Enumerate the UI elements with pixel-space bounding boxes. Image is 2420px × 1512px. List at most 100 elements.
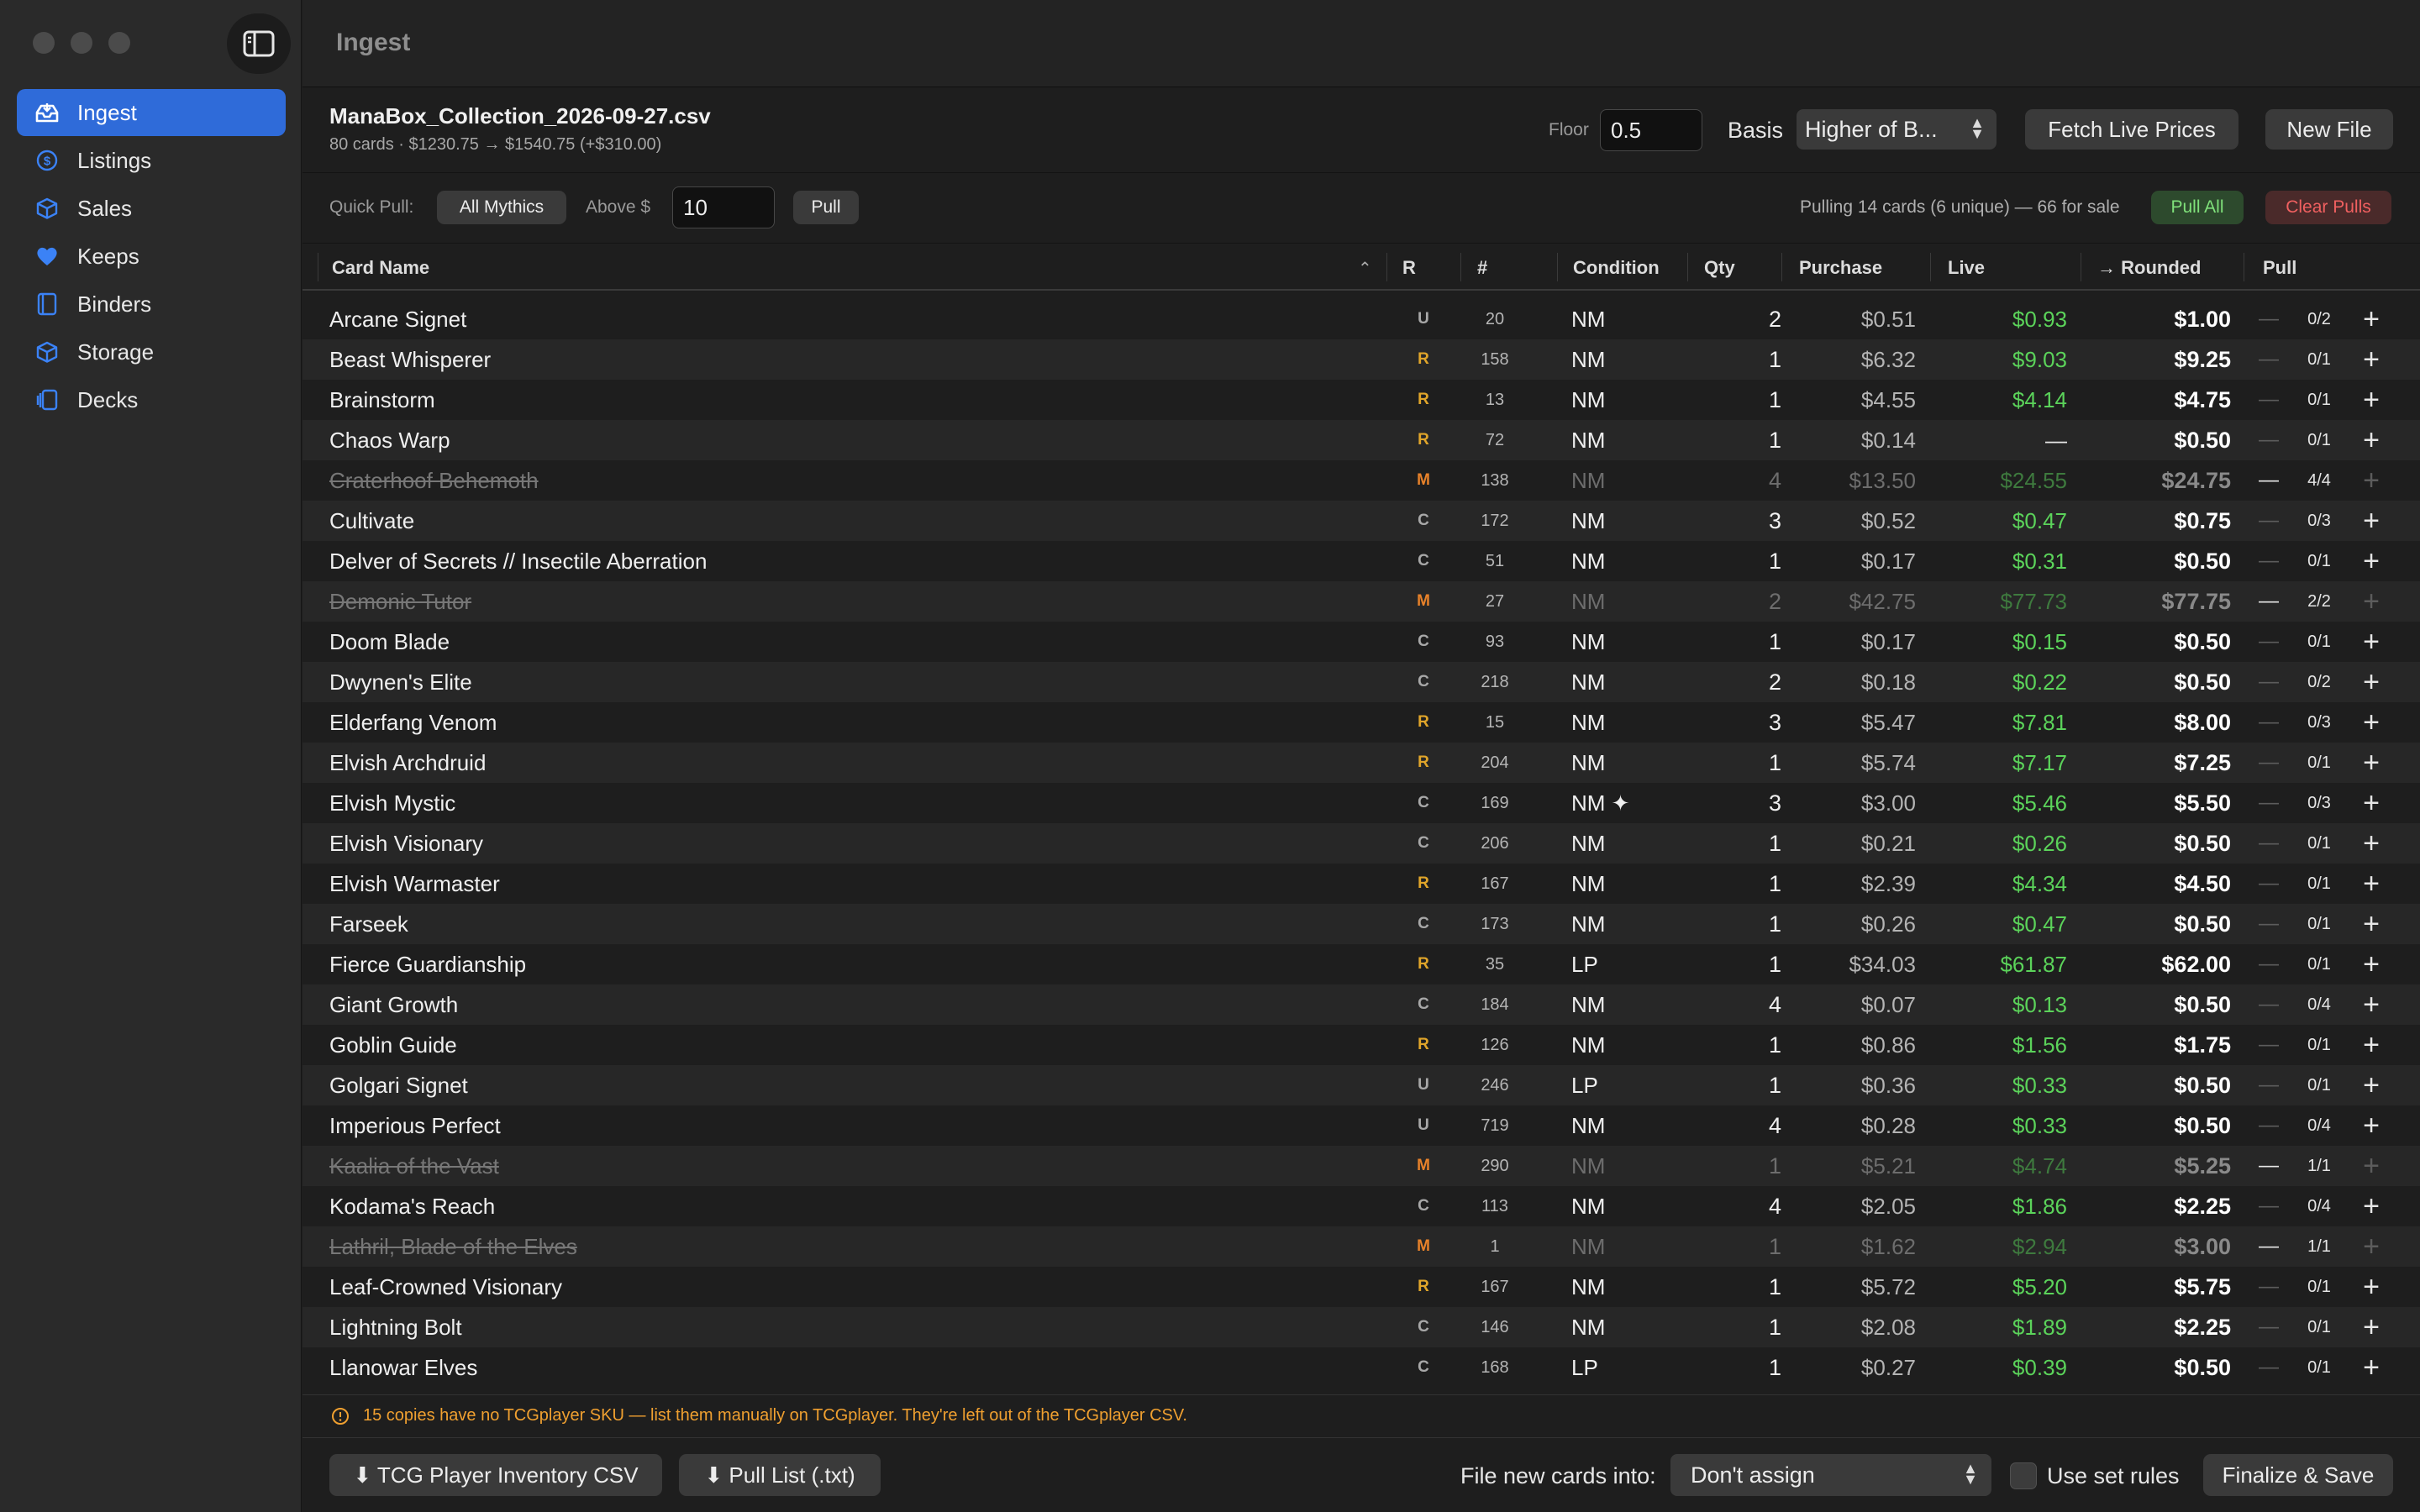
floor-input[interactable]: 0.5 xyxy=(1600,109,1702,151)
condition-cell[interactable]: LP xyxy=(1571,944,1598,984)
table-row[interactable]: Craterhoof Behemoth M 138 NM 4 $13.50 $24.55 $2… xyxy=(302,460,2420,501)
table-row[interactable]: Imperious Perfect U 719 NM 4 $0.28 $0.33 $0.50 —… xyxy=(302,1105,2420,1146)
condition-cell[interactable]: NM xyxy=(1571,1267,1605,1307)
decrement-pull-button[interactable]: — xyxy=(2256,783,2281,823)
decrement-pull-button[interactable]: — xyxy=(2256,581,2281,622)
header-number[interactable]: # xyxy=(1477,257,1487,279)
increment-pull-button[interactable]: + xyxy=(2353,1307,2390,1347)
pull-list-button[interactable]: ⬇ Pull List (.txt) xyxy=(679,1454,881,1496)
table-row[interactable]: Kaalia of the Vast M 290 NM 1 $5.21 $4.74 $5.25… xyxy=(302,1146,2420,1186)
table-row[interactable]: Elvish Warmaster R 167 NM 1 $2.39 $4.34 $4.50 — 0… xyxy=(302,864,2420,904)
increment-pull-button[interactable]: + xyxy=(2353,1025,2390,1065)
decrement-pull-button[interactable]: — xyxy=(2256,339,2281,380)
increment-pull-button[interactable]: + xyxy=(2353,501,2390,541)
decrement-pull-button[interactable]: — xyxy=(2256,1105,2281,1146)
fetch-live-prices-button[interactable]: Fetch Live Prices xyxy=(2025,109,2238,150)
decrement-pull-button[interactable]: — xyxy=(2256,541,2281,581)
decrement-pull-button[interactable]: — xyxy=(2256,984,2281,1025)
sidebar-item-sales[interactable]: Sales xyxy=(17,185,286,232)
sidebar-item-keeps[interactable]: Keeps xyxy=(17,233,286,280)
table-row[interactable]: Arcane Signet U 20 NM 2 $0.51 $0.93 $1.00 — 0/2 + xyxy=(302,299,2420,339)
decrement-pull-button[interactable]: — xyxy=(2256,1186,2281,1226)
table-row[interactable]: Kodama's Reach C 113 NM 4 $2.05 $1.86 $2.25 — 0/4… xyxy=(302,1186,2420,1226)
condition-cell[interactable]: NM xyxy=(1571,581,1605,622)
decrement-pull-button[interactable]: — xyxy=(2256,299,2281,339)
increment-pull-button[interactable]: + xyxy=(2353,904,2390,944)
condition-cell[interactable]: NM ✦ xyxy=(1571,783,1629,823)
table-row[interactable]: Chaos Warp R 72 NM 1 $0.14 — $0.50 — 0/1 + xyxy=(302,420,2420,460)
header-rounded[interactable]: → Rounded xyxy=(2097,257,2201,279)
sidebar-item-ingest[interactable]: Ingest xyxy=(17,89,286,136)
sidebar-toggle-button[interactable] xyxy=(227,13,291,74)
clear-pulls-button[interactable]: Clear Pulls xyxy=(2265,191,2391,224)
increment-pull-button[interactable]: + xyxy=(2353,1146,2390,1186)
condition-cell[interactable]: LP xyxy=(1571,1347,1598,1388)
sidebar-item-listings[interactable]: $ Listings xyxy=(17,137,286,184)
increment-pull-button[interactable]: + xyxy=(2353,662,2390,702)
condition-cell[interactable]: NM xyxy=(1571,420,1605,460)
decrement-pull-button[interactable]: — xyxy=(2256,380,2281,420)
table-row[interactable]: Lightning Bolt C 146 NM 1 $2.08 $1.89 $2.25 — 0/1… xyxy=(302,1307,2420,1347)
basis-select[interactable]: Higher of B... ▲ ▼ xyxy=(1797,109,1996,150)
condition-cell[interactable]: NM xyxy=(1571,864,1605,904)
increment-pull-button[interactable]: + xyxy=(2353,702,2390,743)
header-pull[interactable]: Pull xyxy=(2263,257,2296,279)
table-row[interactable]: Golgari Signet U 246 LP 1 $0.36 $0.33 $0.50 — 0/1… xyxy=(302,1065,2420,1105)
decrement-pull-button[interactable]: — xyxy=(2256,662,2281,702)
increment-pull-button[interactable]: + xyxy=(2353,581,2390,622)
sidebar-item-decks[interactable]: Decks xyxy=(17,376,286,423)
decrement-pull-button[interactable]: — xyxy=(2256,1347,2281,1388)
finalize-save-button[interactable]: Finalize & Save xyxy=(2203,1454,2393,1496)
table-row[interactable]: Lathril, Blade of the Elves M 1 NM 1 $1.62 $2.… xyxy=(302,1226,2420,1267)
increment-pull-button[interactable]: + xyxy=(2353,783,2390,823)
decrement-pull-button[interactable]: — xyxy=(2256,1065,2281,1105)
above-price-input[interactable]: 10 xyxy=(672,186,775,228)
increment-pull-button[interactable]: + xyxy=(2353,380,2390,420)
table-row[interactable]: Elvish Mystic C 169 NM ✦ 3 $3.00 $5.46 $5.50 — 0/… xyxy=(302,783,2420,823)
table-row[interactable]: Llanowar Elves C 168 LP 1 $0.27 $0.39 $0.50 — 0/1… xyxy=(302,1347,2420,1388)
table-row[interactable]: Demonic Tutor M 27 NM 2 $42.75 $77.73 $77.75 — 2/… xyxy=(302,581,2420,622)
table-row[interactable]: Brainstorm R 13 NM 1 $4.55 $4.14 $4.75 — 0/1 + xyxy=(302,380,2420,420)
decrement-pull-button[interactable]: — xyxy=(2256,864,2281,904)
condition-cell[interactable]: NM xyxy=(1571,823,1605,864)
sidebar-item-storage[interactable]: Storage xyxy=(17,328,286,375)
increment-pull-button[interactable]: + xyxy=(2353,984,2390,1025)
table-row[interactable]: Dwynen's Elite C 218 NM 2 $0.18 $0.22 $0.50 — 0/2… xyxy=(302,662,2420,702)
decrement-pull-button[interactable]: — xyxy=(2256,1226,2281,1267)
window-zoom-button[interactable] xyxy=(108,32,130,54)
table-row[interactable]: Cultivate C 172 NM 3 $0.52 $0.47 $0.75 — 0/3 + xyxy=(302,501,2420,541)
window-minimize-button[interactable] xyxy=(71,32,92,54)
increment-pull-button[interactable]: + xyxy=(2353,944,2390,984)
condition-cell[interactable]: NM xyxy=(1571,380,1605,420)
increment-pull-button[interactable]: + xyxy=(2353,339,2390,380)
increment-pull-button[interactable]: + xyxy=(2353,1186,2390,1226)
condition-cell[interactable]: NM xyxy=(1571,460,1605,501)
increment-pull-button[interactable]: + xyxy=(2353,1267,2390,1307)
window-close-button[interactable] xyxy=(33,32,55,54)
header-live[interactable]: Live xyxy=(1948,257,1985,279)
new-file-button[interactable]: New File xyxy=(2265,109,2393,150)
condition-cell[interactable]: NM xyxy=(1571,702,1605,743)
increment-pull-button[interactable]: + xyxy=(2353,1226,2390,1267)
sidebar-item-binders[interactable]: Binders xyxy=(17,281,286,328)
condition-cell[interactable]: NM xyxy=(1571,622,1605,662)
table-row[interactable]: Fierce Guardianship R 35 LP 1 $34.03 $61.87 $62… xyxy=(302,944,2420,984)
condition-cell[interactable]: NM xyxy=(1571,339,1605,380)
decrement-pull-button[interactable]: — xyxy=(2256,702,2281,743)
table-row[interactable]: Delver of Secrets // Insectile Aberratio… xyxy=(302,541,2420,581)
decrement-pull-button[interactable]: — xyxy=(2256,1307,2281,1347)
condition-cell[interactable]: NM xyxy=(1571,904,1605,944)
condition-cell[interactable]: NM xyxy=(1571,1226,1605,1267)
condition-cell[interactable]: NM xyxy=(1571,662,1605,702)
increment-pull-button[interactable]: + xyxy=(2353,460,2390,501)
condition-cell[interactable]: NM xyxy=(1571,1307,1605,1347)
header-rarity[interactable]: R xyxy=(1402,257,1416,279)
decrement-pull-button[interactable]: — xyxy=(2256,904,2281,944)
increment-pull-button[interactable]: + xyxy=(2353,541,2390,581)
table-row[interactable]: Elderfang Venom R 15 NM 3 $5.47 $7.81 $8.00 — 0/3… xyxy=(302,702,2420,743)
condition-cell[interactable]: NM xyxy=(1571,1146,1605,1186)
decrement-pull-button[interactable]: — xyxy=(2256,420,2281,460)
condition-cell[interactable]: NM xyxy=(1571,541,1605,581)
increment-pull-button[interactable]: + xyxy=(2353,823,2390,864)
increment-pull-button[interactable]: + xyxy=(2353,1347,2390,1388)
